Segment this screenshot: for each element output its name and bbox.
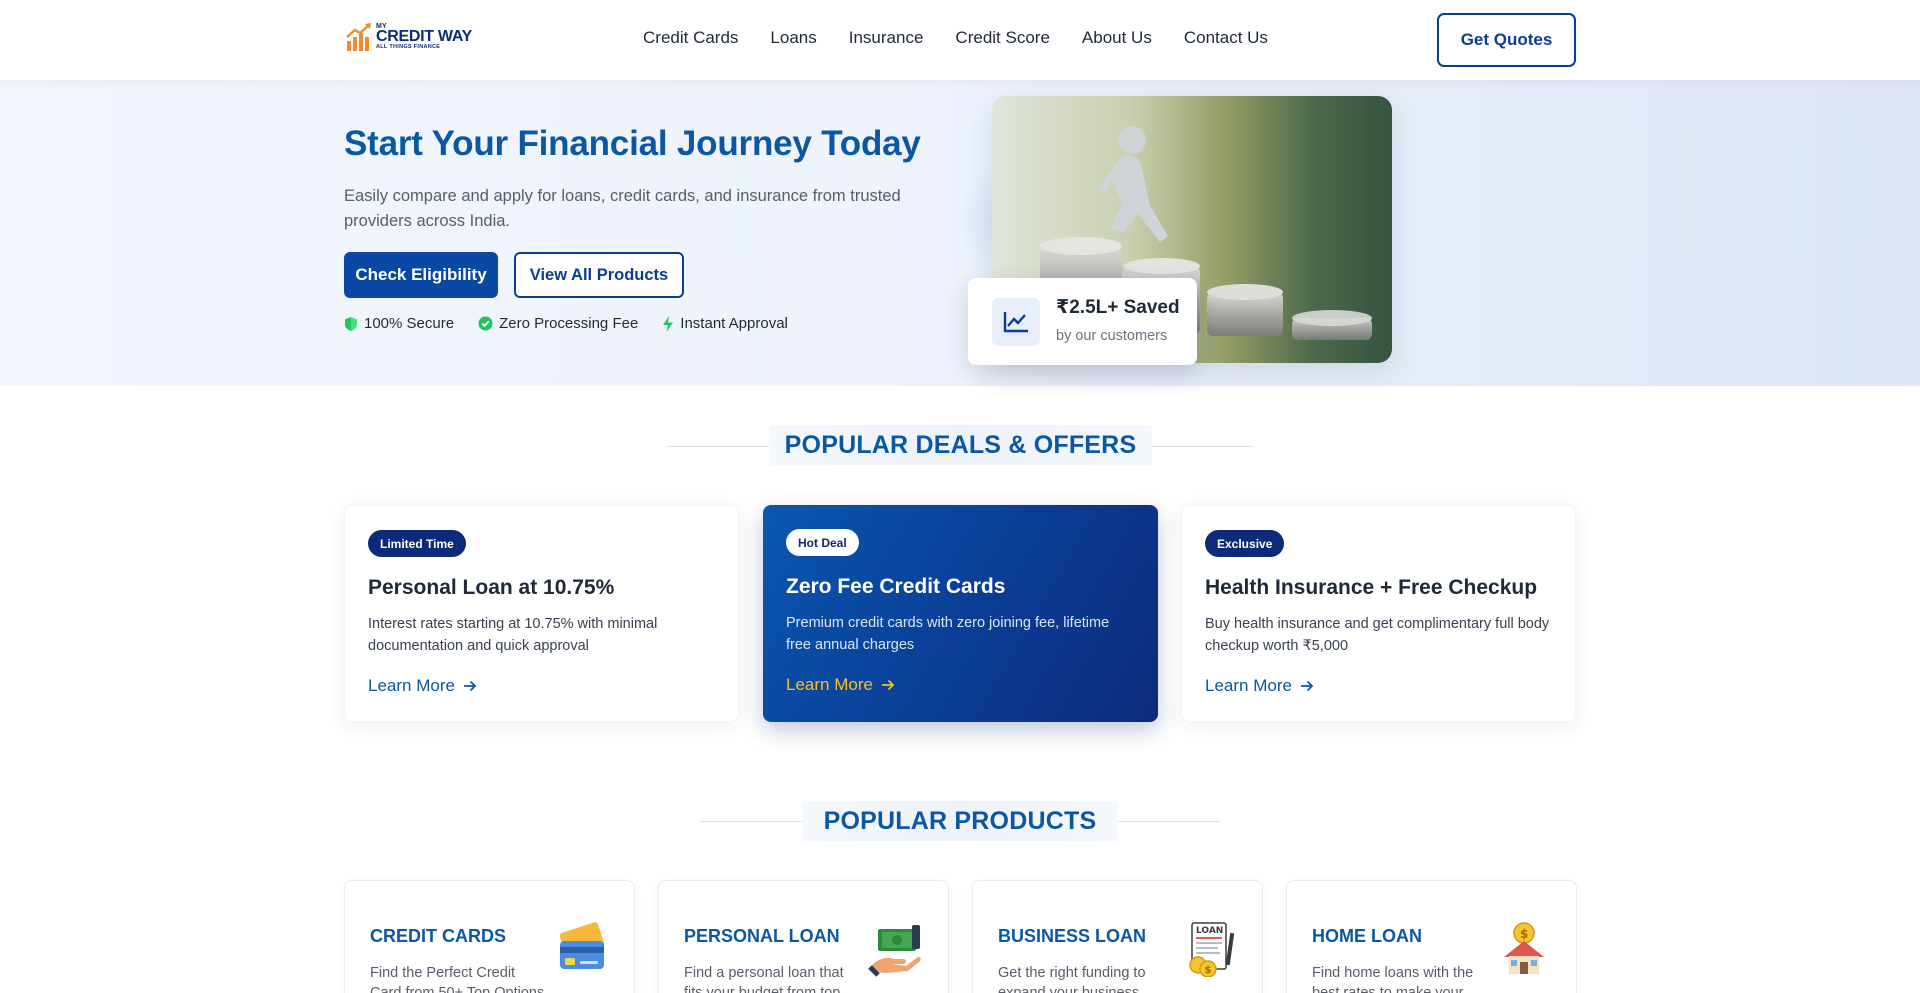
get-quotes-button[interactable]: Get Quotes <box>1437 13 1576 67</box>
deal-description: Interest rates starting at 10.75% with m… <box>368 616 658 654</box>
deal-description: Premium credit cards with zero joining f… <box>786 615 1110 653</box>
product-title: HOME LOAN <box>1312 926 1422 946</box>
stat-label: by our customers <box>1056 328 1168 344</box>
deal-badge: Exclusive <box>1205 530 1285 557</box>
nav-about-us[interactable]: About Us <box>1082 28 1152 48</box>
learn-more-label: Learn More <box>1205 676 1292 695</box>
product-title: PERSONAL LOAN <box>684 926 840 946</box>
hero-section <box>0 80 1920 386</box>
hero-title: Start Your Financial Journey Today <box>344 124 921 163</box>
trend-chart-icon <box>992 298 1040 346</box>
divider-right <box>1152 446 1253 447</box>
stat-value: ₹2.5L+ Saved <box>1056 297 1180 318</box>
check-eligibility-button[interactable]: Check Eligibility <box>344 252 498 298</box>
loan-document-icon: LOAN $ <box>1189 922 1235 977</box>
deal-card-health-insurance[interactable]: Exclusive Health Insurance + Free Checku… <box>1181 505 1576 722</box>
products-heading: POPULAR PRODUCTS <box>802 801 1118 841</box>
product-card-home-loan[interactable]: HOME LOAN Find home loans with the best … <box>1286 880 1577 993</box>
house-coin-icon: $ <box>1504 922 1544 974</box>
feature-secure: 100% Secure <box>344 315 454 332</box>
arrow-right-icon <box>463 680 477 692</box>
deal-title: Zero Fee Credit Cards <box>786 575 1006 598</box>
products-title: POPULAR PRODUCTS <box>823 806 1097 835</box>
view-all-products-button[interactable]: View All Products <box>514 252 684 298</box>
nav-loans[interactable]: Loans <box>770 28 816 48</box>
nav-credit-cards[interactable]: Credit Cards <box>643 28 738 48</box>
deal-badge: Limited Time <box>368 530 466 557</box>
product-card-business-loan[interactable]: BUSINESS LOAN Get the right funding to e… <box>972 880 1263 993</box>
learn-more-link[interactable]: Learn More <box>1205 676 1314 696</box>
feature-secure-label: 100% Secure <box>364 315 455 332</box>
feature-zero-fee-label: Zero Processing Fee <box>499 315 639 332</box>
deal-card-personal-loan[interactable]: Limited Time Personal Loan at 10.75% Int… <box>344 505 739 722</box>
nav-credit-score[interactable]: Credit Score <box>955 28 1049 48</box>
arrow-right-icon <box>881 679 895 691</box>
shield-icon <box>345 316 357 331</box>
hero-subtitle: Easily compare and apply for loans, cred… <box>344 187 901 230</box>
product-card-credit-cards[interactable]: CREDIT CARDS Find the Perfect Credit Car… <box>344 880 635 993</box>
brand-name: CREDIT WAY <box>376 28 472 46</box>
product-title: BUSINESS LOAN <box>998 926 1147 946</box>
bar-chart-arrow-icon <box>346 23 371 51</box>
credit-card-icon <box>559 922 605 969</box>
cash-hand-icon <box>868 925 921 977</box>
check-circle-icon <box>478 316 493 331</box>
site-header: MY CREDIT WAY ALL THINGS FINANCE Credit … <box>0 0 1920 80</box>
nav-insurance[interactable]: Insurance <box>849 28 924 48</box>
deal-badge: Hot Deal <box>786 529 859 556</box>
feature-zero-fee: Zero Processing Fee <box>478 315 638 332</box>
product-description: Get the right funding to expand your bus… <box>998 965 1146 993</box>
deal-title: Personal Loan at 10.75% <box>368 576 615 599</box>
learn-more-link[interactable]: Learn More <box>368 676 477 696</box>
product-description: Find a personal loan that fits your budg… <box>684 965 844 993</box>
product-description: Find home loans with the best rates to m… <box>1312 965 1474 993</box>
deal-title: Health Insurance + Free Checkup <box>1205 576 1538 599</box>
main-nav: Credit Cards Loans Insurance Credit Scor… <box>643 28 1268 48</box>
svg-text:$: $ <box>1520 927 1528 941</box>
feature-instant: Instant Approval <box>662 315 788 332</box>
arrow-right-icon <box>1300 680 1314 692</box>
deals-heading: POPULAR DEALS & OFFERS <box>769 425 1152 465</box>
deal-card-credit-cards[interactable]: Hot Deal Zero Fee Credit Cards Premium c… <box>763 505 1158 722</box>
divider-right <box>1118 821 1220 822</box>
divider-left <box>667 446 769 447</box>
feature-instant-label: Instant Approval <box>680 315 788 332</box>
deals-title: POPULAR DEALS & OFFERS <box>784 430 1137 459</box>
brand-wordmark: MY CREDIT WAY ALL THINGS FINANCE <box>376 23 472 51</box>
divider-left <box>700 821 802 822</box>
savings-stat-card: ₹2.5L+ Saved by our customers <box>968 278 1197 365</box>
deal-description: Buy health insurance and get complimenta… <box>1205 616 1550 654</box>
svg-text:LOAN: LOAN <box>1196 926 1223 936</box>
product-card-personal-loan[interactable]: PERSONAL LOAN Find a personal loan that … <box>658 880 949 993</box>
brand-logo[interactable]: MY CREDIT WAY ALL THINGS FINANCE <box>346 20 478 54</box>
lightning-icon <box>663 315 674 332</box>
hero-features: 100% Secure Zero Processing Fee Instant … <box>344 315 788 332</box>
learn-more-link[interactable]: Learn More <box>786 675 895 695</box>
brand-tagline: ALL THINGS FINANCE <box>376 44 441 51</box>
svg-text:$: $ <box>1205 965 1212 976</box>
learn-more-label: Learn More <box>786 675 873 694</box>
learn-more-label: Learn More <box>368 676 455 695</box>
product-title: CREDIT CARDS <box>370 926 507 946</box>
nav-contact-us[interactable]: Contact Us <box>1184 28 1268 48</box>
product-description: Find the Perfect Credit Card from 50+ To… <box>370 965 545 993</box>
